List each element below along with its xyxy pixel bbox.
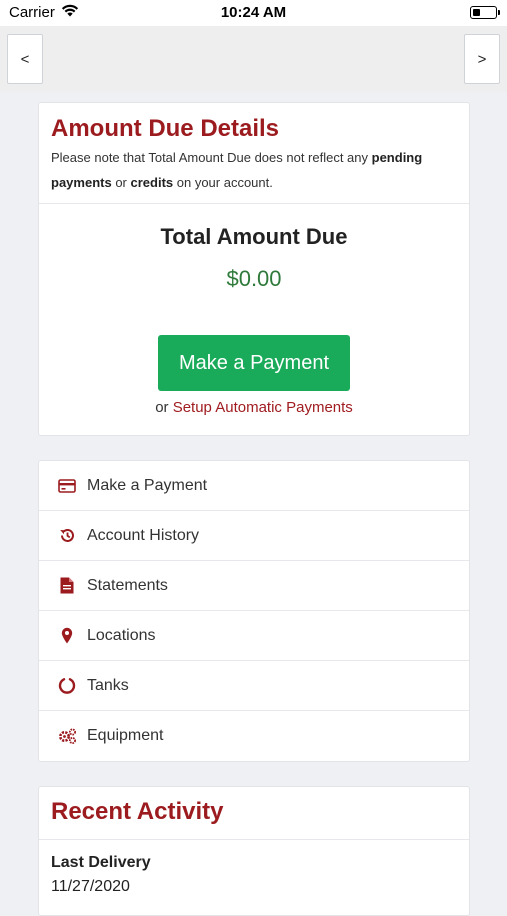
menu-item-statements[interactable]: Statements bbox=[39, 561, 469, 611]
amount-due-header: Amount Due Details Please note that Tota… bbox=[39, 103, 469, 204]
amount-due-title: Amount Due Details bbox=[51, 115, 280, 142]
menu-item-account-history[interactable]: Account History bbox=[39, 511, 469, 561]
auto-pay-line: or Setup Automatic Payments bbox=[155, 399, 353, 416]
document-icon bbox=[57, 576, 77, 596]
last-delivery-section: Last Delivery 11/27/2020 bbox=[39, 840, 469, 896]
status-bar: Carrier 10:24 AM bbox=[0, 0, 507, 26]
menu-item-label: Statements bbox=[87, 576, 168, 594]
make-payment-button[interactable]: Make a Payment bbox=[158, 335, 350, 391]
menu-item-equipment[interactable]: Equipment bbox=[39, 711, 469, 761]
menu-item-make-payment[interactable]: Make a Payment bbox=[39, 461, 469, 511]
tank-gauge-icon bbox=[57, 676, 77, 696]
recent-activity-title: Recent Activity bbox=[51, 798, 224, 825]
total-amount-value: $0.00 bbox=[226, 266, 282, 291]
map-pin-icon bbox=[57, 626, 77, 646]
menu-item-tanks[interactable]: Tanks bbox=[39, 661, 469, 711]
menu-item-locations[interactable]: Locations bbox=[39, 611, 469, 661]
next-button[interactable]: > bbox=[464, 34, 500, 84]
credit-card-icon bbox=[57, 476, 77, 496]
status-time: 10:24 AM bbox=[220, 4, 287, 21]
setup-automatic-payments-link[interactable]: Setup Automatic Payments bbox=[173, 399, 353, 416]
last-delivery-date: 11/27/2020 bbox=[51, 878, 130, 895]
previous-button[interactable]: < bbox=[7, 34, 43, 84]
menu-item-label: Account History bbox=[87, 526, 200, 544]
total-amount-label: Total Amount Due bbox=[160, 224, 348, 249]
recent-activity-card: Recent Activity Last Delivery 11/27/2020 bbox=[38, 786, 470, 916]
battery-icon bbox=[470, 6, 500, 19]
menu-item-label: Make a Payment bbox=[87, 476, 208, 494]
menu-item-label: Equipment bbox=[87, 727, 164, 744]
gears-icon bbox=[57, 726, 77, 746]
menu-item-label: Locations bbox=[87, 626, 156, 644]
nav-bar: < > bbox=[0, 26, 507, 92]
amount-due-card: Amount Due Details Please note that Tota… bbox=[38, 102, 470, 436]
recent-activity-header: Recent Activity bbox=[39, 787, 469, 840]
history-icon bbox=[57, 526, 77, 546]
account-menu: Make a Payment Account History Statement… bbox=[38, 460, 470, 762]
menu-item-label: Tanks bbox=[87, 676, 129, 694]
amount-due-note: Please note that Total Amount Due does n… bbox=[51, 150, 423, 190]
last-delivery-label: Last Delivery bbox=[51, 854, 151, 871]
